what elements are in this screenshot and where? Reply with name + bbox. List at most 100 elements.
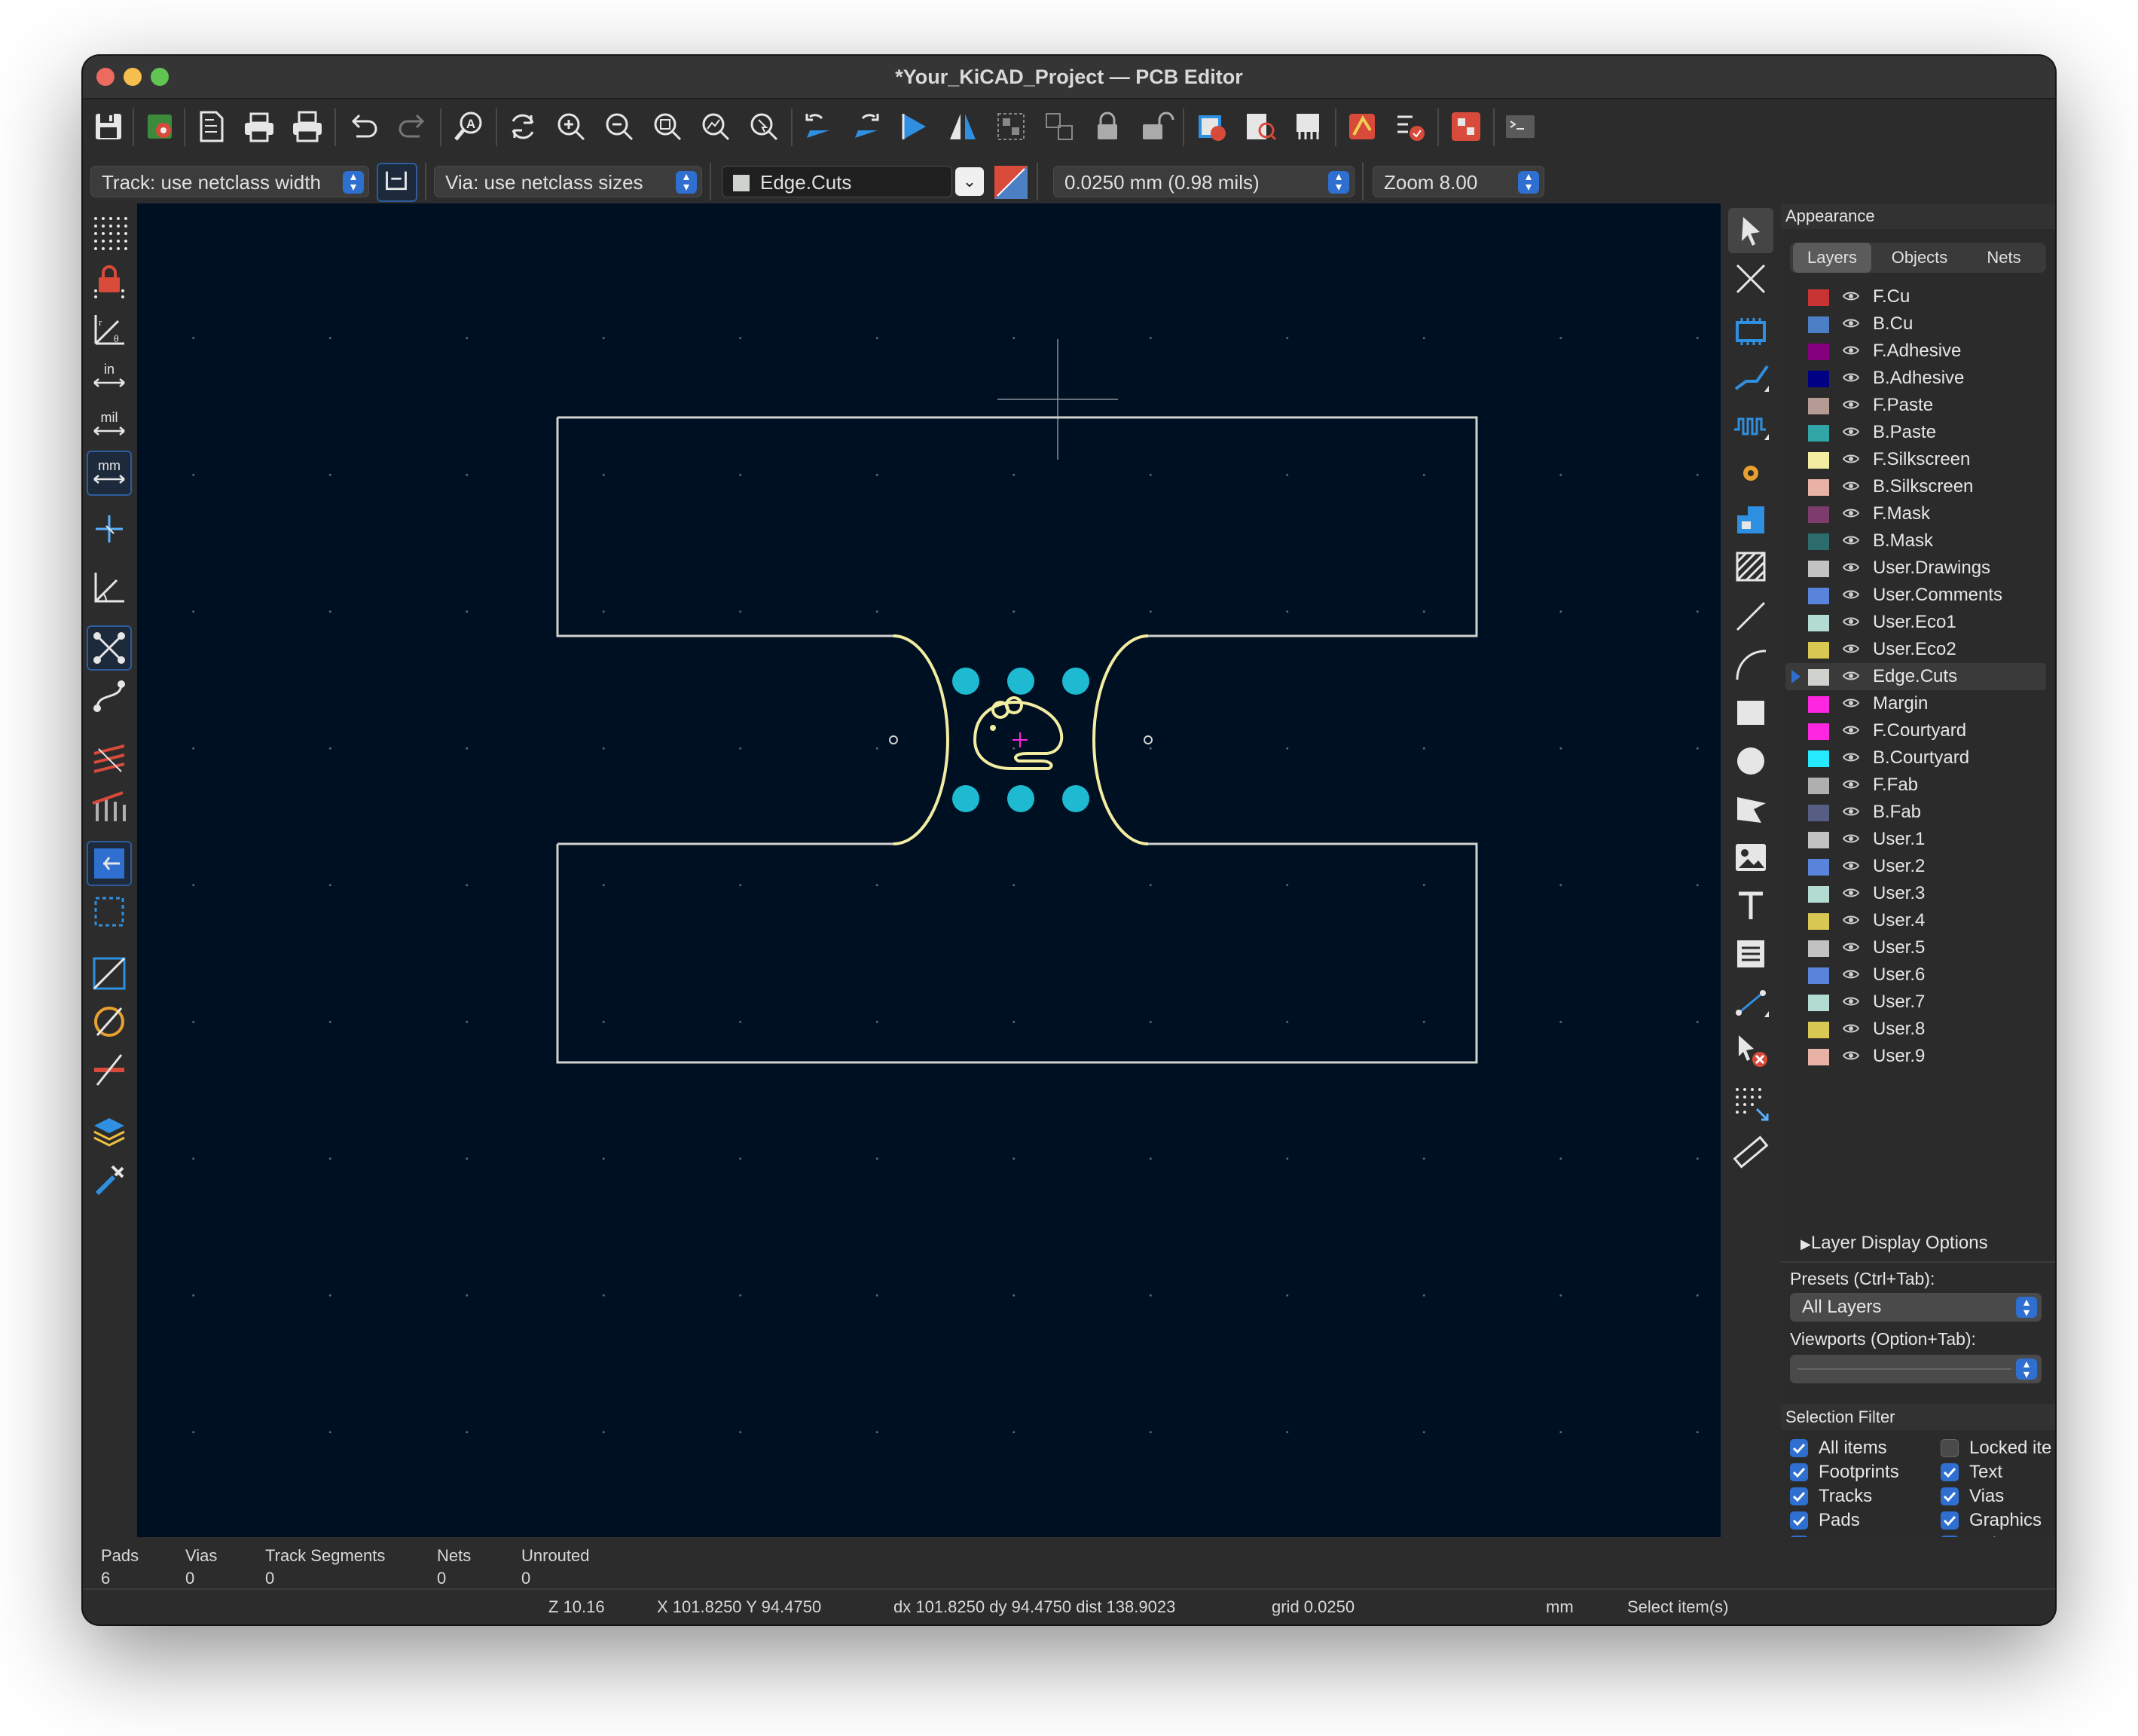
pad-1[interactable]	[952, 668, 979, 695]
redo-icon[interactable]	[392, 105, 434, 148]
active-layer-select[interactable]: Edge.Cuts	[722, 166, 952, 197]
save-icon[interactable]	[87, 105, 130, 148]
left-toolbar: rθ in mil mm	[83, 206, 136, 1536]
add-footprint-icon[interactable]	[1728, 309, 1773, 354]
grid-override-icon[interactable]	[87, 258, 132, 303]
refresh-icon[interactable]	[502, 105, 544, 148]
appearance-panel-icon[interactable]	[87, 1109, 132, 1154]
grid-origin-icon[interactable]	[1728, 1080, 1773, 1126]
update-pcb-icon[interactable]	[1190, 105, 1232, 148]
plot-icon[interactable]	[286, 105, 328, 148]
crosshair-cursor	[997, 339, 1118, 460]
draw-arc-icon[interactable]	[1728, 642, 1773, 687]
select-arrow-icon[interactable]	[1728, 208, 1773, 253]
units-mm-icon[interactable]: mm	[87, 451, 132, 496]
draw-rectangle-icon[interactable]	[1728, 690, 1773, 735]
pcb-canvas[interactable]	[137, 203, 1721, 1537]
zoom-select[interactable]: Zoom 8.00 ▴ ▾	[1373, 166, 1544, 197]
ungroup-icon[interactable]	[1038, 105, 1080, 148]
filter-checkbox[interactable]	[1790, 1487, 1808, 1505]
angle-snap-icon[interactable]	[87, 564, 132, 609]
tracks-outline-icon[interactable]	[87, 1047, 132, 1093]
pad-3[interactable]	[1062, 668, 1089, 695]
filter-checkbox[interactable]	[1790, 1463, 1808, 1481]
footprint-browser-icon[interactable]	[1239, 105, 1281, 148]
pad-5[interactable]	[1007, 785, 1034, 812]
add-zone-icon[interactable]	[1728, 497, 1773, 542]
filter-label: Graphics	[1969, 1510, 2042, 1530]
mouse-logo-icon[interactable]	[973, 696, 1064, 770]
add-image-icon[interactable]	[1728, 835, 1773, 880]
status-grid: grid 0.0250	[1272, 1597, 1355, 1616]
page-settings-icon[interactable]	[190, 105, 232, 148]
group-icon[interactable]	[990, 105, 1032, 148]
filter-checkbox[interactable]	[1941, 1511, 1959, 1530]
zoom-fit-icon[interactable]	[646, 105, 689, 148]
vias-outline-icon[interactable]	[87, 999, 132, 1044]
curved-ratsnest-icon[interactable]	[87, 674, 132, 719]
scripting-plugin-icon[interactable]	[1341, 105, 1383, 148]
switch-to-schematic-icon[interactable]	[1445, 105, 1487, 148]
via-size-select[interactable]: Via: use netclass sizes ▴ ▾	[434, 166, 702, 197]
route-track-icon[interactable]	[1728, 356, 1773, 401]
properties-tools-icon[interactable]	[87, 1157, 132, 1203]
delete-tool-icon[interactable]	[1728, 1028, 1773, 1073]
draw-polygon-icon[interactable]	[1728, 787, 1773, 832]
filter-label: Locked ite	[1969, 1438, 2052, 1458]
right-toolbar	[1724, 203, 1778, 1537]
graphics-outline-icon[interactable]	[87, 951, 132, 996]
options-toolbar: Track: use netclass width ▴ ▾ Via: use net…	[83, 155, 2055, 206]
rotate-cw-icon[interactable]	[845, 105, 887, 148]
scripting-console-icon[interactable]	[1499, 105, 1541, 148]
add-rule-area-icon[interactable]	[1728, 544, 1773, 589]
footprint-editor-icon[interactable]	[1287, 105, 1329, 148]
add-text-icon[interactable]	[1728, 883, 1773, 928]
ratsnest-icon[interactable]	[87, 625, 132, 671]
undo-icon[interactable]	[342, 105, 384, 148]
filter-checkbox[interactable]	[1790, 1511, 1808, 1530]
drc-icon[interactable]	[1389, 105, 1431, 148]
lock-icon[interactable]	[1086, 105, 1129, 148]
svg-text:in: in	[104, 362, 115, 377]
draw-circle-icon[interactable]	[1728, 738, 1773, 784]
pad-2[interactable]	[1007, 668, 1034, 695]
pad-6[interactable]	[1062, 785, 1089, 812]
units-inch-icon[interactable]: in	[87, 354, 132, 399]
zoom-out-icon[interactable]	[598, 105, 640, 148]
add-via-icon[interactable]	[1728, 451, 1773, 496]
zoom-selection-icon[interactable]	[743, 105, 785, 148]
units-mil-icon[interactable]: mil	[87, 402, 132, 448]
flip-board-icon[interactable]	[893, 105, 936, 148]
draw-line-icon[interactable]	[1728, 594, 1773, 639]
board-setup-icon[interactable]	[139, 105, 181, 148]
rotate-ccw-icon[interactable]	[797, 105, 839, 148]
local-ratsnest-icon[interactable]	[1728, 256, 1773, 301]
measure-ruler-icon[interactable]	[1728, 1129, 1773, 1174]
pads-outline-icon[interactable]	[87, 784, 132, 829]
auto-track-width-icon[interactable]	[377, 163, 417, 202]
find-icon[interactable]: A	[447, 105, 490, 148]
grid-size-select[interactable]: 0.0250 mm (0.98 mils) ▴ ▾	[1053, 166, 1355, 197]
zoom-in-icon[interactable]	[550, 105, 592, 148]
filter-checkbox[interactable]	[1941, 1439, 1959, 1457]
add-textbox-icon[interactable]	[1728, 931, 1773, 976]
polar-coords-icon[interactable]: rθ	[87, 306, 132, 351]
add-dimension-icon[interactable]	[1728, 981, 1773, 1026]
print-icon[interactable]	[238, 105, 280, 148]
chevron-down-icon[interactable]: ⌄	[955, 167, 984, 196]
zone-outline-icon[interactable]	[87, 889, 132, 934]
zone-fill-icon[interactable]	[87, 841, 132, 886]
unlock-icon[interactable]	[1135, 105, 1177, 148]
filter-checkbox[interactable]	[1941, 1463, 1959, 1481]
tune-length-icon[interactable]	[1728, 404, 1773, 449]
grid-toggle-icon[interactable]	[87, 209, 132, 255]
pad-4[interactable]	[952, 785, 979, 812]
high-contrast-tracks-icon[interactable]	[87, 735, 132, 781]
filter-checkbox[interactable]	[1941, 1487, 1959, 1505]
track-width-select[interactable]: Track: use netclass width ▴ ▾	[90, 166, 369, 197]
filter-checkbox[interactable]	[1790, 1439, 1808, 1457]
zoom-objects-icon[interactable]	[695, 105, 737, 148]
mirror-icon[interactable]	[942, 105, 984, 148]
cursor-shape-icon[interactable]	[87, 506, 132, 552]
layer-pair-icon[interactable]	[994, 166, 1028, 199]
